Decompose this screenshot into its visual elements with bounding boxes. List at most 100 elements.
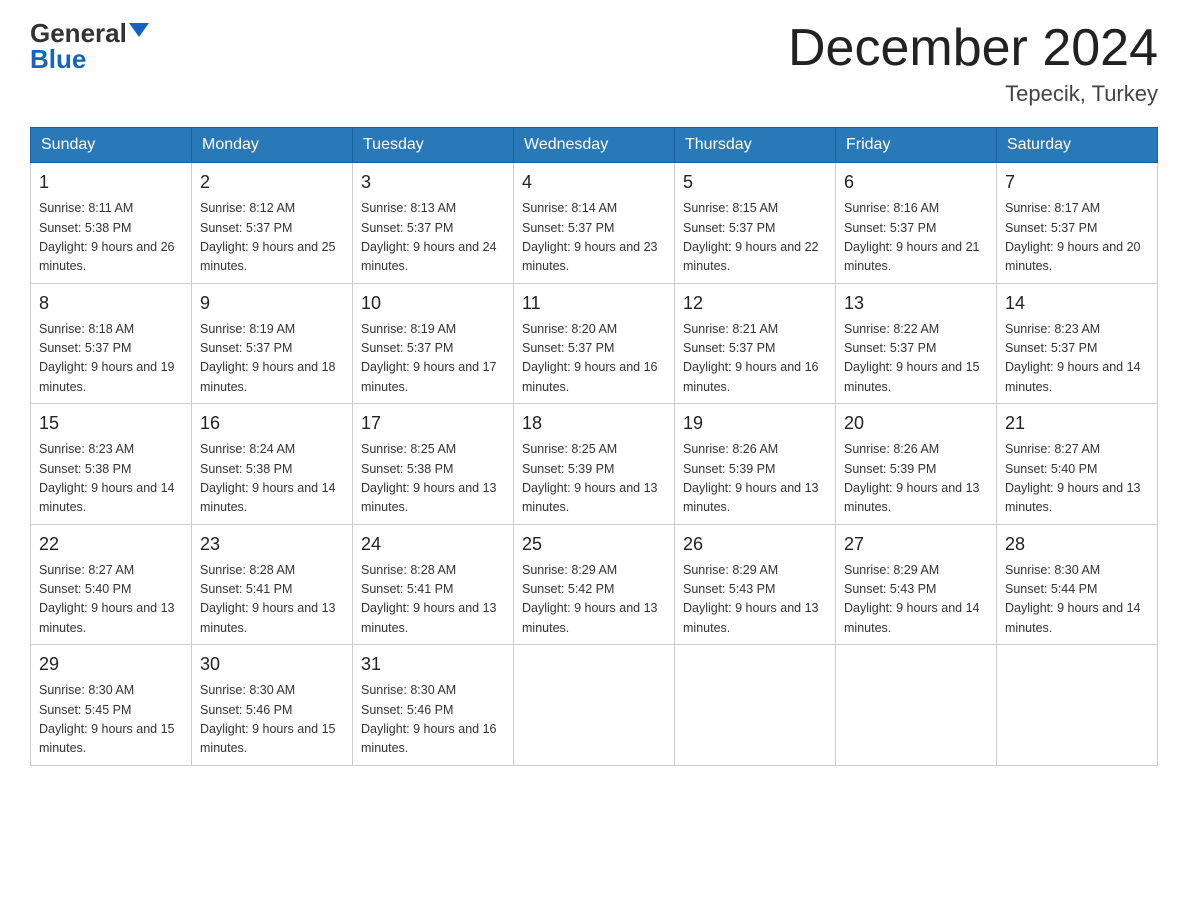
day-info: Sunrise: 8:27 AM Sunset: 5:40 PM Dayligh… (1005, 440, 1149, 518)
calendar-cell: 21 Sunrise: 8:27 AM Sunset: 5:40 PM Dayl… (997, 404, 1158, 525)
calendar-cell: 12 Sunrise: 8:21 AM Sunset: 5:37 PM Dayl… (675, 283, 836, 404)
day-info: Sunrise: 8:13 AM Sunset: 5:37 PM Dayligh… (361, 199, 505, 277)
day-info: Sunrise: 8:30 AM Sunset: 5:44 PM Dayligh… (1005, 561, 1149, 639)
day-info: Sunrise: 8:30 AM Sunset: 5:46 PM Dayligh… (200, 681, 344, 759)
day-number: 29 (39, 651, 183, 678)
logo: General Blue (30, 20, 149, 72)
calendar-cell: 14 Sunrise: 8:23 AM Sunset: 5:37 PM Dayl… (997, 283, 1158, 404)
calendar-cell: 13 Sunrise: 8:22 AM Sunset: 5:37 PM Dayl… (836, 283, 997, 404)
day-number: 22 (39, 531, 183, 558)
header-friday: Friday (836, 128, 997, 163)
day-number: 1 (39, 169, 183, 196)
day-info: Sunrise: 8:21 AM Sunset: 5:37 PM Dayligh… (683, 320, 827, 398)
day-number: 17 (361, 410, 505, 437)
calendar-cell: 31 Sunrise: 8:30 AM Sunset: 5:46 PM Dayl… (353, 645, 514, 766)
logo-blue-text: Blue (30, 46, 149, 72)
calendar-cell: 22 Sunrise: 8:27 AM Sunset: 5:40 PM Dayl… (31, 524, 192, 645)
week-row-4: 22 Sunrise: 8:27 AM Sunset: 5:40 PM Dayl… (31, 524, 1158, 645)
day-number: 13 (844, 290, 988, 317)
day-info: Sunrise: 8:30 AM Sunset: 5:46 PM Dayligh… (361, 681, 505, 759)
header-wednesday: Wednesday (514, 128, 675, 163)
calendar-cell (514, 645, 675, 766)
calendar-cell: 10 Sunrise: 8:19 AM Sunset: 5:37 PM Dayl… (353, 283, 514, 404)
day-number: 18 (522, 410, 666, 437)
day-info: Sunrise: 8:11 AM Sunset: 5:38 PM Dayligh… (39, 199, 183, 277)
day-info: Sunrise: 8:29 AM Sunset: 5:42 PM Dayligh… (522, 561, 666, 639)
calendar-cell: 8 Sunrise: 8:18 AM Sunset: 5:37 PM Dayli… (31, 283, 192, 404)
day-number: 11 (522, 290, 666, 317)
day-number: 31 (361, 651, 505, 678)
day-info: Sunrise: 8:29 AM Sunset: 5:43 PM Dayligh… (844, 561, 988, 639)
day-info: Sunrise: 8:28 AM Sunset: 5:41 PM Dayligh… (200, 561, 344, 639)
calendar-cell: 9 Sunrise: 8:19 AM Sunset: 5:37 PM Dayli… (192, 283, 353, 404)
calendar-cell: 6 Sunrise: 8:16 AM Sunset: 5:37 PM Dayli… (836, 163, 997, 284)
day-number: 6 (844, 169, 988, 196)
day-number: 15 (39, 410, 183, 437)
calendar-cell: 5 Sunrise: 8:15 AM Sunset: 5:37 PM Dayli… (675, 163, 836, 284)
calendar-cell: 16 Sunrise: 8:24 AM Sunset: 5:38 PM Dayl… (192, 404, 353, 525)
day-info: Sunrise: 8:24 AM Sunset: 5:38 PM Dayligh… (200, 440, 344, 518)
day-number: 7 (1005, 169, 1149, 196)
day-info: Sunrise: 8:19 AM Sunset: 5:37 PM Dayligh… (200, 320, 344, 398)
calendar-cell: 11 Sunrise: 8:20 AM Sunset: 5:37 PM Dayl… (514, 283, 675, 404)
day-number: 20 (844, 410, 988, 437)
day-info: Sunrise: 8:18 AM Sunset: 5:37 PM Dayligh… (39, 320, 183, 398)
logo-arrow-icon (129, 23, 149, 37)
calendar-cell: 23 Sunrise: 8:28 AM Sunset: 5:41 PM Dayl… (192, 524, 353, 645)
calendar-cell: 19 Sunrise: 8:26 AM Sunset: 5:39 PM Dayl… (675, 404, 836, 525)
day-number: 30 (200, 651, 344, 678)
header-row: SundayMondayTuesdayWednesdayThursdayFrid… (31, 128, 1158, 163)
day-number: 19 (683, 410, 827, 437)
day-info: Sunrise: 8:30 AM Sunset: 5:45 PM Dayligh… (39, 681, 183, 759)
day-info: Sunrise: 8:25 AM Sunset: 5:39 PM Dayligh… (522, 440, 666, 518)
day-info: Sunrise: 8:26 AM Sunset: 5:39 PM Dayligh… (844, 440, 988, 518)
day-number: 9 (200, 290, 344, 317)
day-number: 12 (683, 290, 827, 317)
calendar-cell: 7 Sunrise: 8:17 AM Sunset: 5:37 PM Dayli… (997, 163, 1158, 284)
calendar-cell: 30 Sunrise: 8:30 AM Sunset: 5:46 PM Dayl… (192, 645, 353, 766)
day-number: 25 (522, 531, 666, 558)
day-number: 16 (200, 410, 344, 437)
day-info: Sunrise: 8:23 AM Sunset: 5:37 PM Dayligh… (1005, 320, 1149, 398)
calendar-cell: 28 Sunrise: 8:30 AM Sunset: 5:44 PM Dayl… (997, 524, 1158, 645)
page-header: General Blue December 2024 Tepecik, Turk… (30, 20, 1158, 107)
header-thursday: Thursday (675, 128, 836, 163)
day-info: Sunrise: 8:28 AM Sunset: 5:41 PM Dayligh… (361, 561, 505, 639)
calendar-cell (675, 645, 836, 766)
day-info: Sunrise: 8:15 AM Sunset: 5:37 PM Dayligh… (683, 199, 827, 277)
calendar-cell: 3 Sunrise: 8:13 AM Sunset: 5:37 PM Dayli… (353, 163, 514, 284)
calendar-cell: 29 Sunrise: 8:30 AM Sunset: 5:45 PM Dayl… (31, 645, 192, 766)
calendar-cell: 25 Sunrise: 8:29 AM Sunset: 5:42 PM Dayl… (514, 524, 675, 645)
header-sunday: Sunday (31, 128, 192, 163)
day-info: Sunrise: 8:23 AM Sunset: 5:38 PM Dayligh… (39, 440, 183, 518)
day-info: Sunrise: 8:22 AM Sunset: 5:37 PM Dayligh… (844, 320, 988, 398)
day-number: 4 (522, 169, 666, 196)
day-number: 23 (200, 531, 344, 558)
day-number: 8 (39, 290, 183, 317)
day-info: Sunrise: 8:25 AM Sunset: 5:38 PM Dayligh… (361, 440, 505, 518)
calendar-cell: 24 Sunrise: 8:28 AM Sunset: 5:41 PM Dayl… (353, 524, 514, 645)
header-tuesday: Tuesday (353, 128, 514, 163)
day-info: Sunrise: 8:17 AM Sunset: 5:37 PM Dayligh… (1005, 199, 1149, 277)
calendar-cell: 26 Sunrise: 8:29 AM Sunset: 5:43 PM Dayl… (675, 524, 836, 645)
calendar-cell (997, 645, 1158, 766)
calendar-cell: 15 Sunrise: 8:23 AM Sunset: 5:38 PM Dayl… (31, 404, 192, 525)
week-row-3: 15 Sunrise: 8:23 AM Sunset: 5:38 PM Dayl… (31, 404, 1158, 525)
calendar-table: SundayMondayTuesdayWednesdayThursdayFrid… (30, 127, 1158, 766)
day-info: Sunrise: 8:26 AM Sunset: 5:39 PM Dayligh… (683, 440, 827, 518)
day-info: Sunrise: 8:27 AM Sunset: 5:40 PM Dayligh… (39, 561, 183, 639)
day-number: 27 (844, 531, 988, 558)
calendar-cell (836, 645, 997, 766)
calendar-cell: 17 Sunrise: 8:25 AM Sunset: 5:38 PM Dayl… (353, 404, 514, 525)
day-number: 26 (683, 531, 827, 558)
week-row-5: 29 Sunrise: 8:30 AM Sunset: 5:45 PM Dayl… (31, 645, 1158, 766)
week-row-2: 8 Sunrise: 8:18 AM Sunset: 5:37 PM Dayli… (31, 283, 1158, 404)
day-info: Sunrise: 8:16 AM Sunset: 5:37 PM Dayligh… (844, 199, 988, 277)
day-info: Sunrise: 8:19 AM Sunset: 5:37 PM Dayligh… (361, 320, 505, 398)
header-monday: Monday (192, 128, 353, 163)
day-number: 24 (361, 531, 505, 558)
calendar-cell: 20 Sunrise: 8:26 AM Sunset: 5:39 PM Dayl… (836, 404, 997, 525)
day-number: 21 (1005, 410, 1149, 437)
calendar-cell: 27 Sunrise: 8:29 AM Sunset: 5:43 PM Dayl… (836, 524, 997, 645)
month-title: December 2024 (788, 20, 1158, 77)
